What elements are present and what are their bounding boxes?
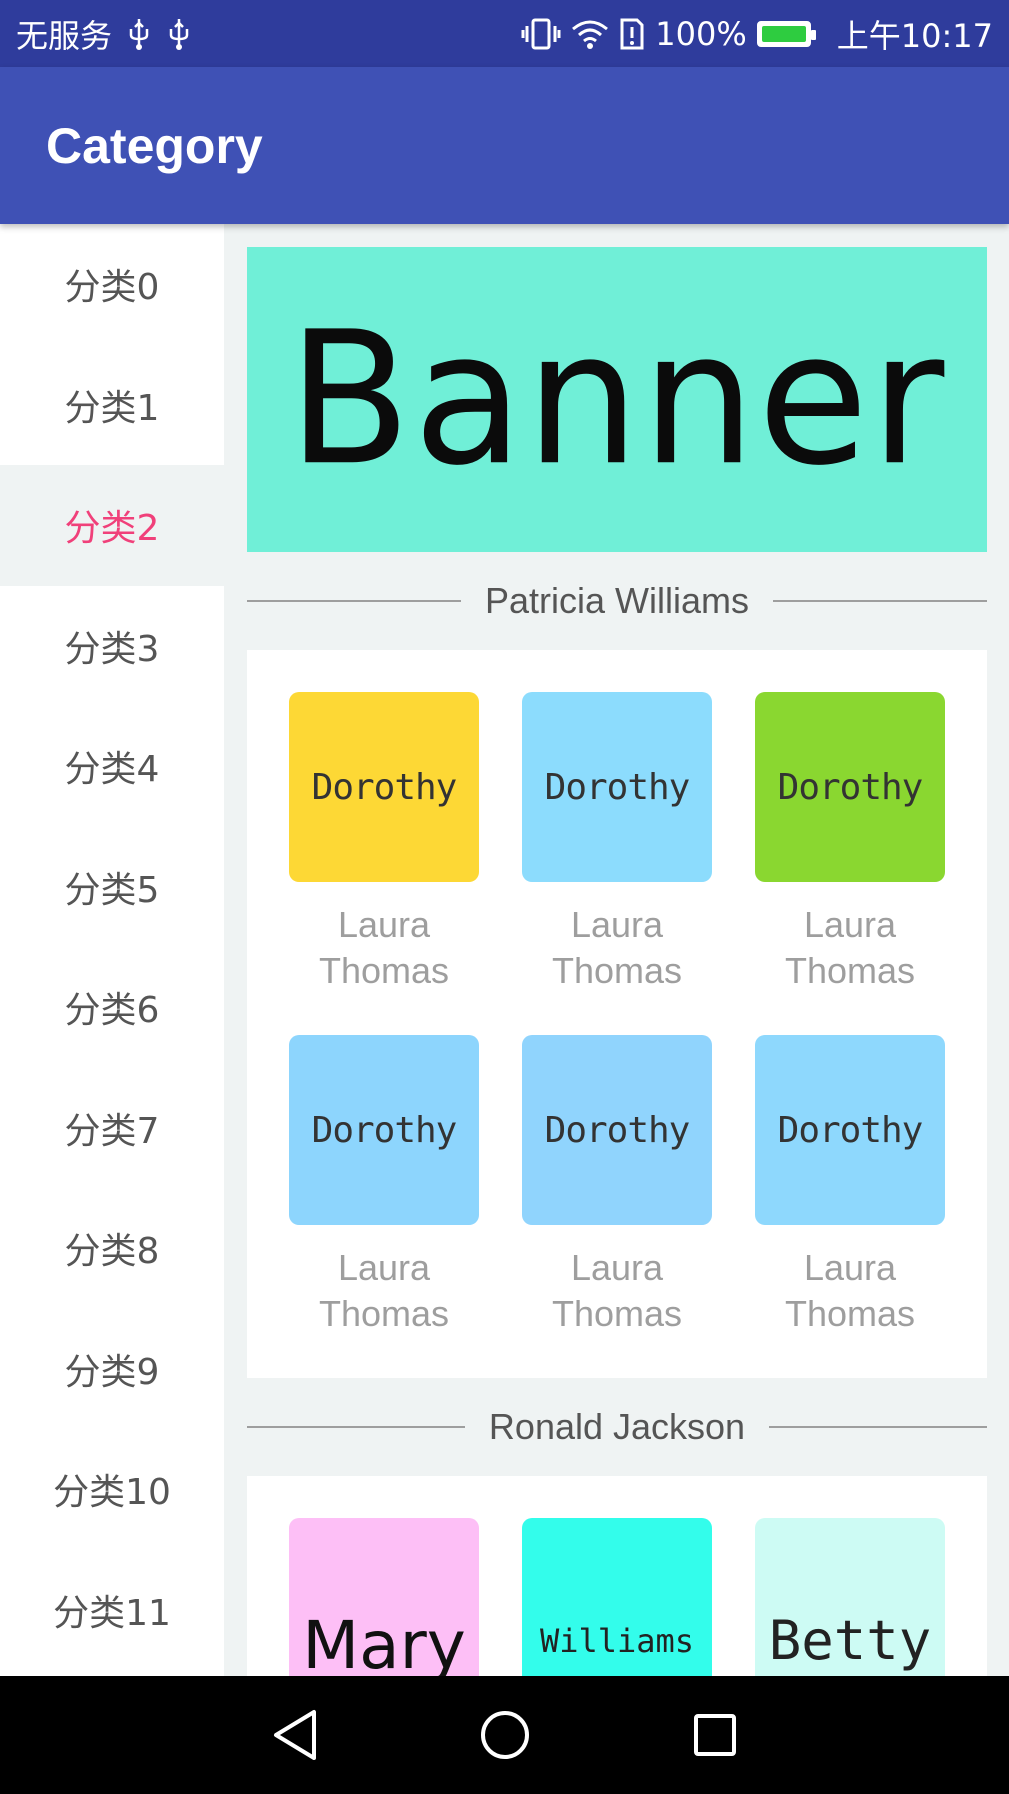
item-thumbnail[interactable]: Mary <box>289 1518 479 1676</box>
category-item[interactable]: 分类3 <box>0 586 224 707</box>
thumbnail-text: Mary <box>302 1607 466 1676</box>
item-label-line: Thomas <box>551 950 683 991</box>
grid-item[interactable]: Dorothy Laura Thomas <box>755 1035 945 1378</box>
section-title: Ronald Jackson <box>488 1406 746 1447</box>
navigation-bar <box>0 1676 1009 1794</box>
grid-item[interactable]: Dorothy Laura Thomas <box>522 692 712 1035</box>
section-grid: Mary Williams Betty <box>247 1476 987 1676</box>
category-item[interactable]: 分类0 <box>0 224 224 345</box>
item-label-line: Laura <box>337 904 431 945</box>
category-item[interactable]: 分类5 <box>0 827 224 948</box>
home-icon[interactable] <box>475 1705 535 1765</box>
thumbnail-text: Williams <box>539 1622 695 1660</box>
item-label: Laura Thomas <box>264 902 504 994</box>
category-item[interactable]: 分类7 <box>0 1068 224 1189</box>
grid-item[interactable]: Mary <box>289 1518 479 1676</box>
item-label-line: Laura <box>570 1247 664 1288</box>
item-label: Laura Thomas <box>497 1245 737 1337</box>
vibrate-icon <box>521 17 561 51</box>
thumbnail-text: Dorothy <box>311 766 458 808</box>
category-item[interactable]: 分类6 <box>0 947 224 1068</box>
item-label-line: Laura <box>803 904 897 945</box>
grid-item[interactable]: Dorothy Laura Thomas <box>755 692 945 1035</box>
recents-icon[interactable] <box>685 1705 745 1765</box>
item-label-line: Laura <box>337 1247 431 1288</box>
item-label-line: Laura <box>570 904 664 945</box>
item-thumbnail[interactable]: Betty <box>755 1518 945 1676</box>
thumbnail-text: Dorothy <box>777 1109 924 1151</box>
battery-icon <box>756 20 816 47</box>
item-label-line: Thomas <box>784 950 916 991</box>
status-bar: 无服务 100% 上午10:17 <box>0 0 1009 67</box>
item-thumbnail[interactable]: Dorothy <box>755 692 945 882</box>
item-label: Laura Thomas <box>730 902 970 994</box>
item-label-line: Laura <box>803 1247 897 1288</box>
section-title: Patricia Williams <box>484 580 750 621</box>
section-header: Ronald Jackson <box>247 1378 987 1476</box>
thumbnail-text: Betty <box>768 1609 932 1672</box>
usb-icon <box>126 17 152 51</box>
category-list[interactable]: 分类0 分类1 分类2 分类3 分类4 分类5 分类6 分类7 分类8 分类9 … <box>0 224 224 1676</box>
app-toolbar: Category <box>0 67 1009 224</box>
item-thumbnail[interactable]: Dorothy <box>522 692 712 882</box>
item-thumbnail[interactable]: Dorothy <box>522 1035 712 1225</box>
battery-percent: 100% <box>655 14 747 53</box>
item-thumbnail[interactable]: Williams <box>522 1518 712 1676</box>
category-item[interactable]: 分类11 <box>0 1550 224 1671</box>
content-area: 分类0 分类1 分类2 分类3 分类4 分类5 分类6 分类7 分类8 分类9 … <box>0 224 1009 1676</box>
grid-item[interactable]: Dorothy Laura Thomas <box>289 1035 479 1378</box>
item-thumbnail[interactable]: Dorothy <box>289 692 479 882</box>
thumbnail-text: Dorothy <box>544 1109 691 1151</box>
thumbnail-text: Dorothy <box>544 766 691 808</box>
grid-item[interactable]: Williams <box>522 1518 712 1676</box>
sim-alert-icon <box>619 17 645 51</box>
category-item[interactable]: 分类9 <box>0 1309 224 1430</box>
item-thumbnail[interactable]: Dorothy <box>755 1035 945 1225</box>
item-label: Laura Thomas <box>730 1245 970 1337</box>
item-label-line: Thomas <box>318 1293 450 1334</box>
thumbnail-text: Dorothy <box>777 766 924 808</box>
item-label-line: Thomas <box>551 1293 683 1334</box>
item-thumbnail[interactable]: Dorothy <box>289 1035 479 1225</box>
wifi-icon <box>571 18 609 50</box>
page-title: Category <box>46 117 263 174</box>
item-label: Laura Thomas <box>497 902 737 994</box>
item-label-line: Thomas <box>784 1293 916 1334</box>
carrier-text: 无服务 <box>16 16 113 55</box>
item-label: Laura Thomas <box>264 1245 504 1337</box>
category-item[interactable]: 分类10 <box>0 1429 224 1550</box>
section-header: Patricia Williams <box>247 552 987 650</box>
divider <box>247 1426 465 1428</box>
grid-item[interactable]: Dorothy Laura Thomas <box>289 692 479 1035</box>
banner[interactable]: Banner <box>247 247 987 552</box>
category-item[interactable]: 分类1 <box>0 345 224 466</box>
usb-icon <box>166 17 192 51</box>
clock: 上午10:17 <box>836 16 993 55</box>
category-item-selected[interactable]: 分类2 <box>0 465 224 586</box>
divider <box>773 600 987 602</box>
grid-item[interactable]: Dorothy Laura Thomas <box>522 1035 712 1378</box>
item-label-line: Thomas <box>318 950 450 991</box>
grid-item[interactable]: Betty <box>755 1518 945 1676</box>
divider <box>247 600 461 602</box>
divider <box>769 1426 987 1428</box>
back-icon[interactable] <box>265 1705 325 1765</box>
banner-text: Banner <box>287 292 947 507</box>
section-grid: Dorothy Laura Thomas Dorothy Laura Thomas … <box>247 650 987 1378</box>
category-item[interactable]: 分类8 <box>0 1188 224 1309</box>
category-item[interactable]: 分类4 <box>0 706 224 827</box>
category-detail-panel: Banner Patricia Williams Dorothy Laura Th… <box>247 247 987 1676</box>
thumbnail-text: Dorothy <box>311 1109 458 1151</box>
